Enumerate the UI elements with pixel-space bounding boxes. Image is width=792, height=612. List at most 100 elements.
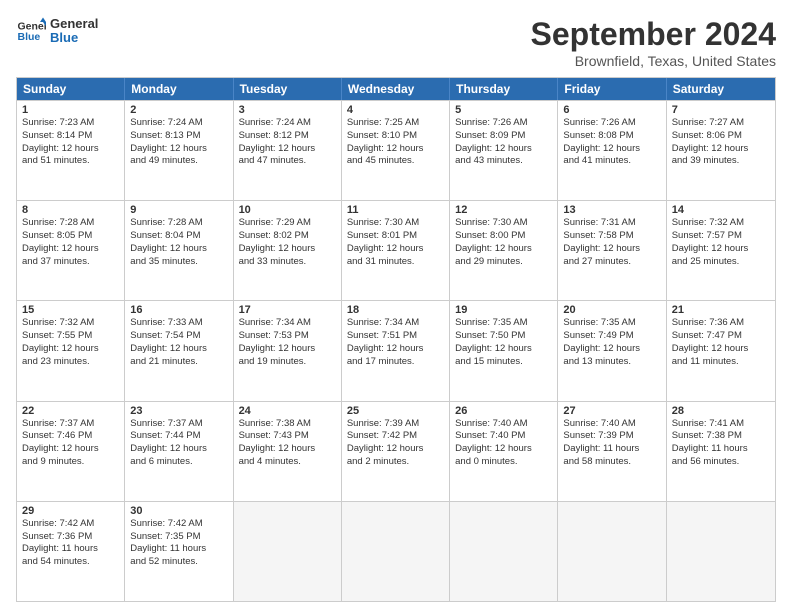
cell-line-4: and 21 minutes. bbox=[130, 356, 227, 369]
cal-cell-4-1: 22Sunrise: 7:37 AMSunset: 7:46 PMDayligh… bbox=[17, 402, 125, 501]
header-tuesday: Tuesday bbox=[234, 78, 342, 100]
cell-line-1: Sunrise: 7:30 AM bbox=[455, 217, 552, 230]
cell-line-3: Daylight: 12 hours bbox=[130, 243, 227, 256]
cell-line-4: and 58 minutes. bbox=[563, 456, 660, 469]
logo: General Blue General Blue bbox=[16, 16, 98, 46]
cal-cell-2-2: 9Sunrise: 7:28 AMSunset: 8:04 PMDaylight… bbox=[125, 201, 233, 300]
cell-line-4: and 37 minutes. bbox=[22, 256, 119, 269]
cell-line-2: Sunset: 7:55 PM bbox=[22, 330, 119, 343]
cal-cell-3-4: 18Sunrise: 7:34 AMSunset: 7:51 PMDayligh… bbox=[342, 301, 450, 400]
cell-line-3: Daylight: 12 hours bbox=[347, 443, 444, 456]
cal-cell-1-5: 5Sunrise: 7:26 AMSunset: 8:09 PMDaylight… bbox=[450, 101, 558, 200]
cell-line-1: Sunrise: 7:25 AM bbox=[347, 117, 444, 130]
cell-line-3: Daylight: 12 hours bbox=[672, 143, 770, 156]
cal-cell-1-6: 6Sunrise: 7:26 AMSunset: 8:08 PMDaylight… bbox=[558, 101, 666, 200]
cell-line-1: Sunrise: 7:32 AM bbox=[22, 317, 119, 330]
cal-cell-1-7: 7Sunrise: 7:27 AMSunset: 8:06 PMDaylight… bbox=[667, 101, 775, 200]
main-title: September 2024 bbox=[531, 16, 776, 53]
header: General Blue General Blue September 2024… bbox=[16, 16, 776, 69]
cell-line-1: Sunrise: 7:23 AM bbox=[22, 117, 119, 130]
cell-line-1: Sunrise: 7:28 AM bbox=[130, 217, 227, 230]
cell-line-4: and 49 minutes. bbox=[130, 155, 227, 168]
cal-cell-5-7 bbox=[667, 502, 775, 601]
cell-line-2: Sunset: 8:09 PM bbox=[455, 130, 552, 143]
cell-line-4: and 45 minutes. bbox=[347, 155, 444, 168]
header-friday: Friday bbox=[558, 78, 666, 100]
cal-cell-5-6 bbox=[558, 502, 666, 601]
cell-line-1: Sunrise: 7:40 AM bbox=[563, 418, 660, 431]
day-number: 28 bbox=[672, 405, 770, 417]
cell-line-3: Daylight: 12 hours bbox=[22, 143, 119, 156]
cell-line-2: Sunset: 7:50 PM bbox=[455, 330, 552, 343]
cell-line-4: and 56 minutes. bbox=[672, 456, 770, 469]
cell-line-3: Daylight: 12 hours bbox=[130, 143, 227, 156]
week-row-1: 1Sunrise: 7:23 AMSunset: 8:14 PMDaylight… bbox=[17, 100, 775, 200]
cell-line-4: and 13 minutes. bbox=[563, 356, 660, 369]
week-row-2: 8Sunrise: 7:28 AMSunset: 8:05 PMDaylight… bbox=[17, 200, 775, 300]
cell-line-4: and 31 minutes. bbox=[347, 256, 444, 269]
cell-line-3: Daylight: 12 hours bbox=[455, 143, 552, 156]
cell-line-2: Sunset: 8:02 PM bbox=[239, 230, 336, 243]
cell-line-1: Sunrise: 7:29 AM bbox=[239, 217, 336, 230]
day-number: 12 bbox=[455, 204, 552, 216]
day-number: 25 bbox=[347, 405, 444, 417]
cell-line-2: Sunset: 7:58 PM bbox=[563, 230, 660, 243]
day-number: 1 bbox=[22, 104, 119, 116]
day-number: 5 bbox=[455, 104, 552, 116]
cell-line-3: Daylight: 12 hours bbox=[22, 443, 119, 456]
cal-cell-5-5 bbox=[450, 502, 558, 601]
day-number: 19 bbox=[455, 304, 552, 316]
cell-line-4: and 51 minutes. bbox=[22, 155, 119, 168]
cell-line-2: Sunset: 7:35 PM bbox=[130, 531, 227, 544]
cell-line-4: and 2 minutes. bbox=[347, 456, 444, 469]
day-number: 4 bbox=[347, 104, 444, 116]
cell-line-2: Sunset: 7:46 PM bbox=[22, 430, 119, 443]
cell-line-1: Sunrise: 7:36 AM bbox=[672, 317, 770, 330]
cell-line-1: Sunrise: 7:26 AM bbox=[455, 117, 552, 130]
title-block: September 2024 Brownfield, Texas, United… bbox=[531, 16, 776, 69]
cal-cell-4-3: 24Sunrise: 7:38 AMSunset: 7:43 PMDayligh… bbox=[234, 402, 342, 501]
day-number: 22 bbox=[22, 405, 119, 417]
cell-line-3: Daylight: 12 hours bbox=[347, 243, 444, 256]
cell-line-3: Daylight: 12 hours bbox=[563, 143, 660, 156]
day-number: 17 bbox=[239, 304, 336, 316]
cell-line-3: Daylight: 12 hours bbox=[347, 143, 444, 156]
day-number: 9 bbox=[130, 204, 227, 216]
cell-line-2: Sunset: 7:43 PM bbox=[239, 430, 336, 443]
cal-cell-1-3: 3Sunrise: 7:24 AMSunset: 8:12 PMDaylight… bbox=[234, 101, 342, 200]
cell-line-2: Sunset: 7:51 PM bbox=[347, 330, 444, 343]
cell-line-3: Daylight: 12 hours bbox=[563, 243, 660, 256]
day-number: 18 bbox=[347, 304, 444, 316]
page: General Blue General Blue September 2024… bbox=[0, 0, 792, 612]
cell-line-2: Sunset: 8:12 PM bbox=[239, 130, 336, 143]
header-saturday: Saturday bbox=[667, 78, 775, 100]
cell-line-4: and 52 minutes. bbox=[130, 556, 227, 569]
cell-line-3: Daylight: 11 hours bbox=[130, 543, 227, 556]
cal-cell-2-7: 14Sunrise: 7:32 AMSunset: 7:57 PMDayligh… bbox=[667, 201, 775, 300]
header-wednesday: Wednesday bbox=[342, 78, 450, 100]
cell-line-3: Daylight: 12 hours bbox=[563, 343, 660, 356]
cal-cell-3-7: 21Sunrise: 7:36 AMSunset: 7:47 PMDayligh… bbox=[667, 301, 775, 400]
cell-line-4: and 27 minutes. bbox=[563, 256, 660, 269]
cell-line-2: Sunset: 7:42 PM bbox=[347, 430, 444, 443]
cell-line-3: Daylight: 12 hours bbox=[455, 443, 552, 456]
day-number: 20 bbox=[563, 304, 660, 316]
cell-line-1: Sunrise: 7:26 AM bbox=[563, 117, 660, 130]
day-number: 26 bbox=[455, 405, 552, 417]
day-number: 15 bbox=[22, 304, 119, 316]
cell-line-2: Sunset: 7:38 PM bbox=[672, 430, 770, 443]
cell-line-2: Sunset: 7:54 PM bbox=[130, 330, 227, 343]
week-row-5: 29Sunrise: 7:42 AMSunset: 7:36 PMDayligh… bbox=[17, 501, 775, 601]
cal-cell-2-3: 10Sunrise: 7:29 AMSunset: 8:02 PMDayligh… bbox=[234, 201, 342, 300]
cal-cell-5-4 bbox=[342, 502, 450, 601]
cell-line-1: Sunrise: 7:35 AM bbox=[455, 317, 552, 330]
subtitle: Brownfield, Texas, United States bbox=[531, 53, 776, 69]
cell-line-3: Daylight: 11 hours bbox=[672, 443, 770, 456]
day-number: 11 bbox=[347, 204, 444, 216]
cell-line-3: Daylight: 12 hours bbox=[22, 243, 119, 256]
cell-line-2: Sunset: 8:06 PM bbox=[672, 130, 770, 143]
cell-line-1: Sunrise: 7:34 AM bbox=[347, 317, 444, 330]
cell-line-2: Sunset: 8:13 PM bbox=[130, 130, 227, 143]
cell-line-4: and 25 minutes. bbox=[672, 256, 770, 269]
calendar-header: Sunday Monday Tuesday Wednesday Thursday… bbox=[17, 78, 775, 100]
